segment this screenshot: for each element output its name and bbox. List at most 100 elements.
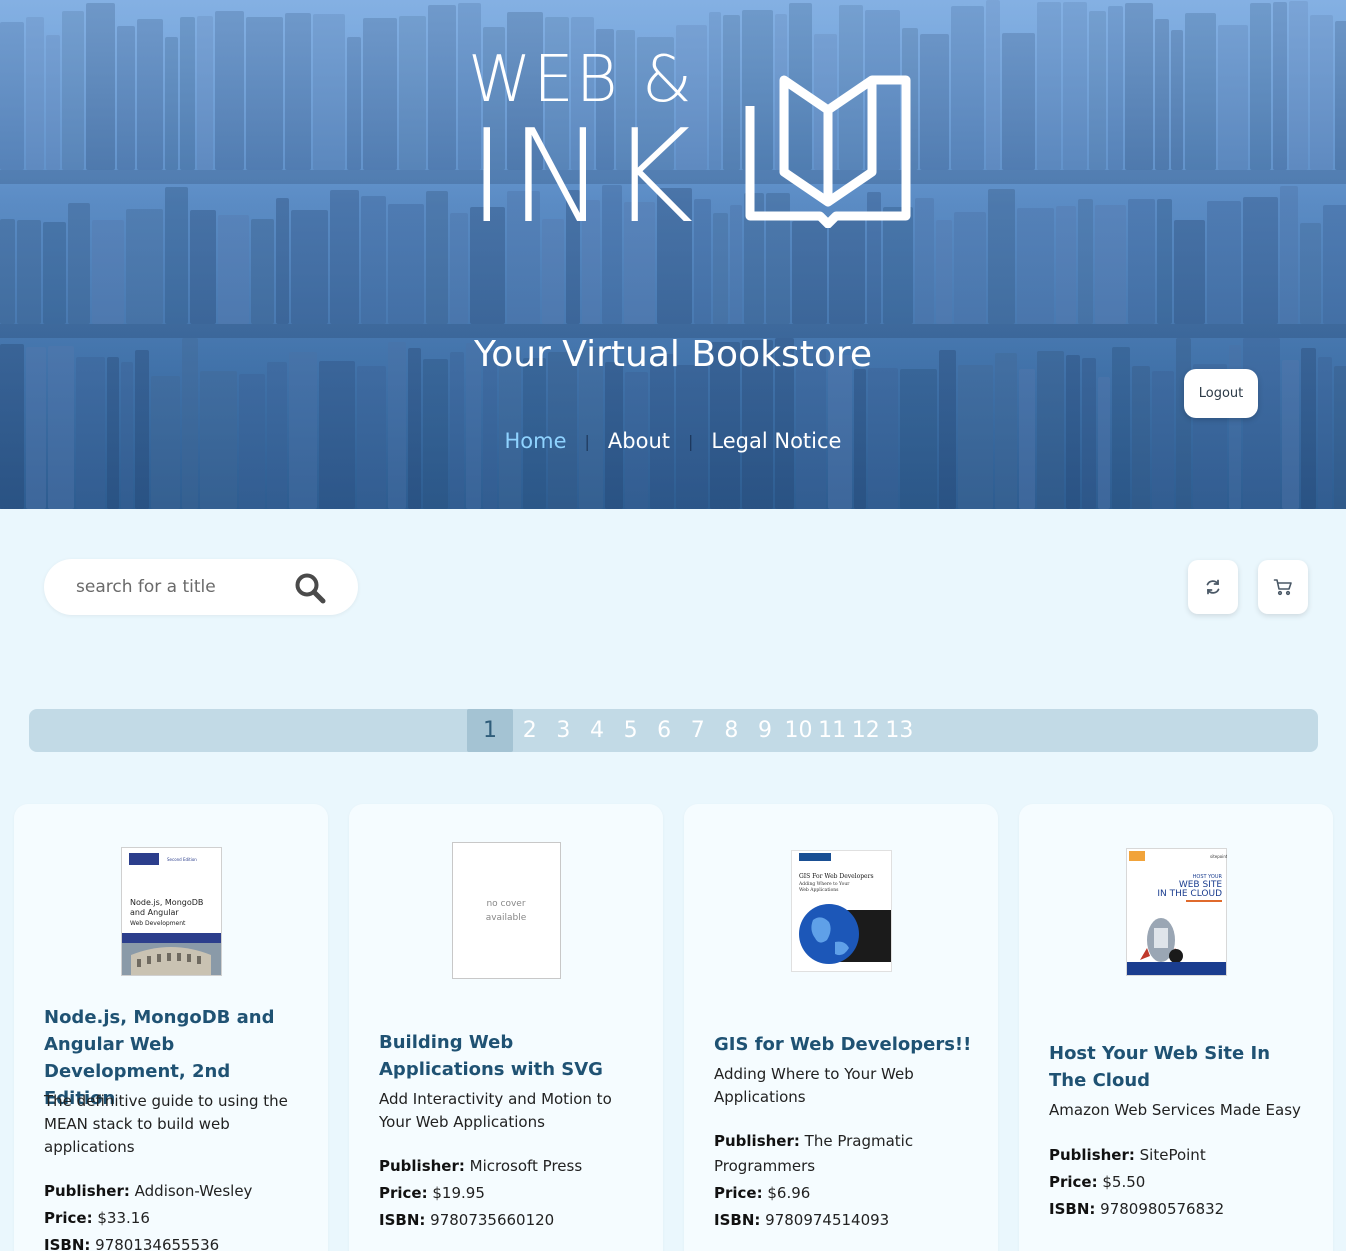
book-cover[interactable]: Second Edition Node.js, MongoDB and Angu…	[14, 847, 328, 976]
price-label: Price:	[379, 1184, 428, 1202]
publisher-value: Microsoft Press	[469, 1157, 583, 1175]
book-subtitle: The definitive guide to using the MEAN s…	[44, 1092, 288, 1156]
price-label: Price:	[714, 1184, 763, 1202]
hero-header: WEB & INK Your Virtual Bookstore Home | …	[0, 0, 1346, 509]
search-icon[interactable]	[294, 572, 326, 604]
cover-title-line: and Angular	[130, 908, 179, 917]
isbn-label: ISBN:	[1049, 1200, 1096, 1218]
main-nav: Home | About | Legal Notice	[0, 429, 1346, 453]
cover-title-line: GIS For Web Developers	[799, 873, 874, 880]
book-cover[interactable]: sitepoint HOST YOUR WEB SITE IN THE CLOU…	[1019, 848, 1333, 976]
publisher-label: Publisher:	[1049, 1146, 1135, 1164]
cover-title-line: Web Development	[130, 920, 186, 927]
isbn-row: ISBN: 9780134655536	[44, 1233, 304, 1251]
nav-legal-notice-link[interactable]: Legal Notice	[699, 429, 853, 453]
logo-line-ink: INK	[468, 103, 698, 252]
book-card[interactable]: no cover available Building Web Applicat…	[349, 804, 663, 1251]
book-meta: Publisher: The Pragmatic Programmers Pri…	[714, 1129, 974, 1233]
price-value: $19.95	[432, 1184, 485, 1202]
refresh-button[interactable]	[1188, 560, 1238, 614]
page-link[interactable]: 8	[715, 709, 749, 752]
site-tagline: Your Virtual Bookstore	[473, 334, 873, 375]
price-value: $6.96	[767, 1184, 811, 1202]
publisher-label: Publisher:	[379, 1157, 465, 1175]
isbn-label: ISBN:	[714, 1211, 761, 1229]
price-row: Price: $5.50	[1049, 1170, 1309, 1195]
book-cover[interactable]: no cover available	[349, 842, 663, 979]
publisher-row: Publisher: Microsoft Press	[379, 1154, 639, 1179]
price-value: $5.50	[1102, 1173, 1146, 1191]
isbn-label: ISBN:	[379, 1211, 426, 1229]
nav-separator: |	[584, 431, 590, 451]
book-card[interactable]: GIS For Web Developers Adding Where to Y…	[684, 804, 998, 1251]
page-link[interactable]: 6	[647, 709, 681, 752]
cover-title-line: Adding Where to Your	[798, 881, 850, 887]
page-link[interactable]: 13	[883, 709, 917, 752]
cover-title-line: Web Applications	[799, 887, 839, 893]
search-input[interactable]	[76, 573, 296, 601]
book-cover-image: Second Edition Node.js, MongoDB and Angu…	[120, 847, 222, 976]
no-cover-placeholder: no cover available	[451, 842, 561, 979]
book-cover[interactable]: GIS For Web Developers Adding Where to Y…	[684, 850, 998, 972]
book-subtitle: Add Interactivity and Motion to Your Web…	[379, 1090, 612, 1131]
book-title[interactable]: Host Your Web Site In The Cloud	[1049, 1040, 1309, 1094]
publisher-value: Addison-Wesley	[134, 1182, 253, 1200]
isbn-value: 9780134655536	[95, 1236, 220, 1251]
cart-button[interactable]	[1258, 560, 1308, 614]
book-cover-image: GIS For Web Developers Adding Where to Y…	[790, 850, 892, 972]
book-cover-image: sitepoint HOST YOUR WEB SITE IN THE CLOU…	[1125, 848, 1227, 976]
no-cover-text: no cover available	[485, 898, 527, 923]
page-link[interactable]: 9	[748, 709, 782, 752]
logout-button[interactable]: Logout	[1184, 369, 1258, 418]
open-book-icon	[745, 75, 911, 228]
price-label: Price:	[1049, 1173, 1098, 1191]
cover-title-line: IN THE CLOUD	[1157, 889, 1222, 899]
pagination-bar: 1 2 3 4 5 6 7 8 9 10 11 12 13	[29, 709, 1318, 752]
cart-icon	[1273, 579, 1292, 596]
book-meta: Publisher: SitePoint Price: $5.50 ISBN: …	[1049, 1143, 1309, 1222]
page-link[interactable]: 2	[513, 709, 547, 752]
book-title[interactable]: GIS for Web Developers!!	[714, 1031, 974, 1058]
book-card[interactable]: sitepoint HOST YOUR WEB SITE IN THE CLOU…	[1019, 804, 1333, 1251]
page-link[interactable]: 10	[782, 709, 816, 752]
publisher-label: Publisher:	[714, 1132, 800, 1150]
publisher-label: Publisher:	[44, 1182, 130, 1200]
page-link[interactable]: 1	[467, 709, 513, 752]
page-link[interactable]: 3	[547, 709, 581, 752]
nav-separator: |	[688, 431, 694, 451]
cover-brand-text: sitepoint	[1210, 854, 1227, 859]
cover-title-line: Node.js, MongoDB	[130, 898, 203, 907]
page-list: 1 2 3 4 5 6 7 8 9 10 11 12 13	[467, 709, 916, 752]
publisher-row: Publisher: SitePoint	[1049, 1143, 1309, 1168]
nav-about-link[interactable]: About	[596, 429, 682, 453]
nav-home-link[interactable]: Home	[493, 429, 579, 453]
page-link[interactable]: 11	[815, 709, 849, 752]
price-row: Price: $19.95	[379, 1181, 639, 1206]
price-value: $33.16	[97, 1209, 150, 1227]
isbn-value: 9780735660120	[430, 1211, 555, 1229]
isbn-row: ISBN: 9780735660120	[379, 1208, 639, 1233]
book-meta: Publisher: Microsoft Press Price: $19.95…	[379, 1154, 639, 1233]
price-row: Price: $6.96	[714, 1181, 974, 1206]
price-row: Price: $33.16	[44, 1206, 304, 1231]
refresh-icon	[1206, 579, 1220, 595]
page-link[interactable]: 12	[849, 709, 883, 752]
page-link[interactable]: 7	[681, 709, 715, 752]
isbn-row: ISBN: 9780980576832	[1049, 1197, 1309, 1222]
book-subtitle: Amazon Web Services Made Easy	[1049, 1101, 1301, 1119]
cover-edition-text: Second Edition	[167, 857, 197, 862]
publisher-row: Publisher: Addison-Wesley	[44, 1179, 304, 1204]
isbn-value: 9780974514093	[765, 1211, 890, 1229]
book-subtitle: Adding Where to Your Web Applications	[714, 1065, 914, 1106]
page-link[interactable]: 5	[614, 709, 648, 752]
isbn-row: ISBN: 9780974514093	[714, 1208, 974, 1233]
price-label: Price:	[44, 1209, 93, 1227]
page-link[interactable]: 4	[580, 709, 614, 752]
book-card[interactable]: Second Edition Node.js, MongoDB and Angu…	[14, 804, 328, 1251]
isbn-label: ISBN:	[44, 1236, 91, 1251]
book-title[interactable]: Building Web Applications with SVG	[379, 1029, 639, 1083]
book-meta: Publisher: Addison-Wesley Price: $33.16 …	[44, 1179, 304, 1251]
isbn-value: 9780980576832	[1100, 1200, 1225, 1218]
publisher-value: SitePoint	[1139, 1146, 1206, 1164]
publisher-row: Publisher: The Pragmatic Programmers	[714, 1129, 974, 1179]
